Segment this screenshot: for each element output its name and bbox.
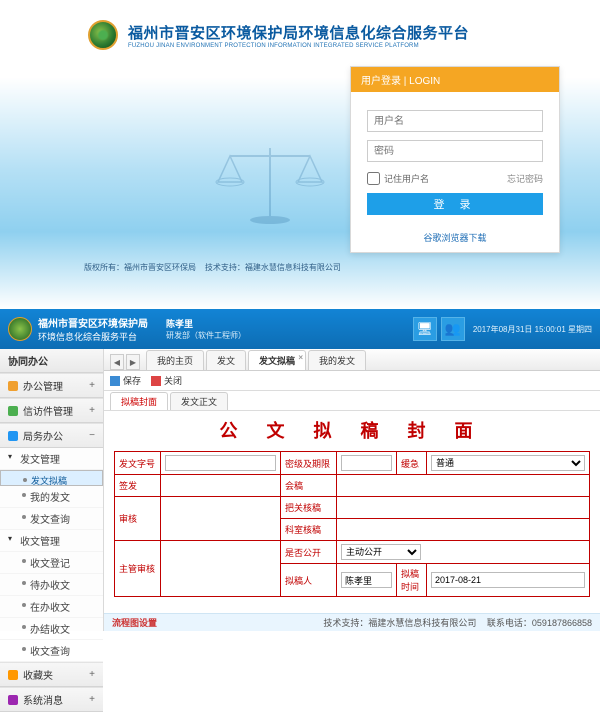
label-public: 是否公开	[281, 541, 337, 564]
workflow-config-link[interactable]: 流程图设置	[112, 616, 157, 629]
mail-icon	[8, 406, 18, 416]
browser-download-link[interactable]: 谷歌浏览器下载	[351, 223, 559, 252]
close-icon	[151, 376, 161, 386]
app-header: 福州市晋安区环境保护局 环境信息化综合服务平台 陈孝里 研发部（软件工程师） 🖥…	[0, 309, 600, 349]
scales-illustration	[200, 140, 340, 230]
sidebar-group-bureau-office[interactable]: 局务办公−	[0, 423, 103, 448]
app-screen: 福州市晋安区环境保护局 环境信息化综合服务平台 陈孝里 研发部（软件工程师） 🖥…	[0, 309, 600, 631]
label-office-review: 把关核稿	[281, 497, 337, 519]
tabs-prev-button[interactable]: ◀	[110, 354, 124, 370]
subtab-cover[interactable]: 拟稿封面	[110, 392, 168, 410]
tab-draft[interactable]: 发文拟稿×	[248, 350, 306, 370]
header-clock: 2017年08月31日 15:00:01 星期四	[473, 324, 592, 335]
label-secrecy: 密级及期限	[281, 452, 337, 475]
input-drafter[interactable]	[341, 572, 392, 588]
remember-checkbox[interactable]: 记住用户名 忘记密码	[367, 172, 543, 185]
status-bar: 流程图设置 技术支持：福建水慧信息科技有限公司 联系电话：05918786685…	[104, 613, 600, 631]
header-users-icon[interactable]: 👥	[441, 317, 465, 341]
sidebar-group-petition-mgmt[interactable]: 信访件管理+	[0, 398, 103, 423]
star-icon	[8, 670, 18, 680]
login-card: 用户登录 | LOGIN 记住用户名 忘记密码 登 录 谷歌浏览器下载	[350, 66, 560, 253]
tab-send[interactable]: 发文	[206, 350, 246, 370]
login-card-header: 用户登录 | LOGIN	[351, 67, 559, 92]
sidebar-item-send-query[interactable]: 发文查询	[0, 508, 103, 530]
app-logo-icon	[8, 317, 32, 341]
form-area: 公 文 拟 稿 封 面 发文字号 密级及期限 缓急 普通 签发 会稿	[104, 411, 600, 613]
label-signoff: 签发	[115, 475, 161, 497]
close-button[interactable]: 关闭	[151, 374, 182, 387]
folder-icon	[8, 381, 18, 391]
label-section-review: 科室核稿	[281, 519, 337, 541]
sub-tabs: 拟稿封面 发文正文	[104, 391, 600, 411]
doc-icon	[8, 431, 18, 441]
password-input[interactable]	[367, 140, 543, 162]
label-urgency: 缓急	[397, 452, 427, 475]
label-drafter: 拟稿人	[281, 564, 337, 597]
document-form-table: 发文字号 密级及期限 缓急 普通 签发 会稿 审核	[114, 451, 590, 597]
sidebar-group-office-mgmt[interactable]: 办公管理+	[0, 373, 103, 398]
form-title: 公 文 拟 稿 封 面	[114, 417, 590, 443]
status-tech: 技术支持：福建水慧信息科技有限公司	[323, 618, 476, 628]
app-title-line2: 环境信息化综合服务平台	[38, 330, 148, 343]
tab-home[interactable]: 我的主页	[146, 350, 204, 370]
forgot-link[interactable]: 忘记密码	[507, 172, 543, 185]
app-title-line1: 福州市晋安区环境保护局	[38, 315, 148, 330]
label-drafttime: 拟稿时间	[397, 564, 427, 597]
label-countersign: 会稿	[281, 475, 337, 497]
label-review: 审核	[115, 497, 161, 541]
brand-title-en: FUZHOU JINAN ENVIRONMENT PROTECTION INFO…	[128, 43, 469, 49]
save-button[interactable]: 保存	[110, 374, 141, 387]
username-input[interactable]	[367, 110, 543, 132]
user-name: 陈孝里	[166, 317, 246, 330]
user-block: 陈孝里 研发部（软件工程师）	[166, 317, 246, 341]
status-phone: 联系电话：059187866858	[487, 618, 592, 628]
subtab-body[interactable]: 发文正文	[170, 392, 228, 410]
copyright: 版权所有：福州市晋安区环保局 技术支持：福建水慧信息科技有限公司	[84, 262, 341, 273]
sidebar-item-receive-pending[interactable]: 待办收文	[0, 574, 103, 596]
save-icon	[110, 376, 120, 386]
label-docno: 发文字号	[115, 452, 161, 475]
sidebar-header: 协同办公	[0, 349, 103, 373]
sidebar-item-receive-register[interactable]: 收文登记	[0, 552, 103, 574]
header-monitor-icon[interactable]: 🖥	[413, 317, 437, 341]
brand-title-cn: 福州市晋安区环境保护局环境信息化综合服务平台	[128, 22, 469, 43]
sidebar-item-receive-mgmt[interactable]: ▾收文管理	[0, 530, 103, 552]
toolbar: 保存 关闭	[104, 371, 600, 391]
login-button[interactable]: 登 录	[367, 193, 543, 215]
input-drafttime[interactable]	[431, 572, 585, 588]
tab-mysend[interactable]: 我的发文	[308, 350, 366, 370]
bell-icon	[8, 695, 18, 705]
sidebar-item-receive-done[interactable]: 办结收文	[0, 618, 103, 640]
sidebar-group-sysmsg[interactable]: 系统消息+	[0, 687, 103, 712]
input-secrecy[interactable]	[341, 455, 392, 471]
tabs-next-button[interactable]: ▶	[126, 354, 140, 370]
logo-icon	[88, 20, 118, 50]
main-area: ◀ ▶ 我的主页 发文 发文拟稿× 我的发文 保存 关闭 拟稿封面 发文正文 公…	[104, 349, 600, 631]
input-docno[interactable]	[165, 455, 276, 471]
sidebar-item-send-mgmt[interactable]: ▾发文管理	[0, 448, 103, 470]
remember-checkbox-input[interactable]	[367, 172, 380, 185]
sidebar-item-draft[interactable]: 发文拟稿	[0, 470, 103, 486]
close-icon[interactable]: ×	[298, 353, 303, 362]
select-urgency[interactable]: 普通	[431, 455, 585, 471]
sidebar-item-receive-query[interactable]: 收文查询	[0, 640, 103, 662]
sidebar-item-my-send[interactable]: 我的发文	[0, 486, 103, 508]
user-role: 研发部（软件工程师）	[166, 330, 246, 341]
sidebar-item-receive-processing[interactable]: 在办收文	[0, 596, 103, 618]
brand: 福州市晋安区环境保护局环境信息化综合服务平台 FUZHOU JINAN ENVI…	[0, 0, 600, 56]
main-tabs: ◀ ▶ 我的主页 发文 发文拟稿× 我的发文	[104, 349, 600, 371]
label-supervisor: 主管审核	[115, 541, 161, 597]
select-public[interactable]: 主动公开	[341, 544, 421, 560]
sidebar-group-favorites[interactable]: 收藏夹+	[0, 662, 103, 687]
sidebar: 协同办公 办公管理+ 信访件管理+ 局务办公− ▾发文管理 发文拟稿 我的发文 …	[0, 349, 104, 631]
login-screen: 福州市晋安区环境保护局环境信息化综合服务平台 FUZHOU JINAN ENVI…	[0, 0, 600, 309]
